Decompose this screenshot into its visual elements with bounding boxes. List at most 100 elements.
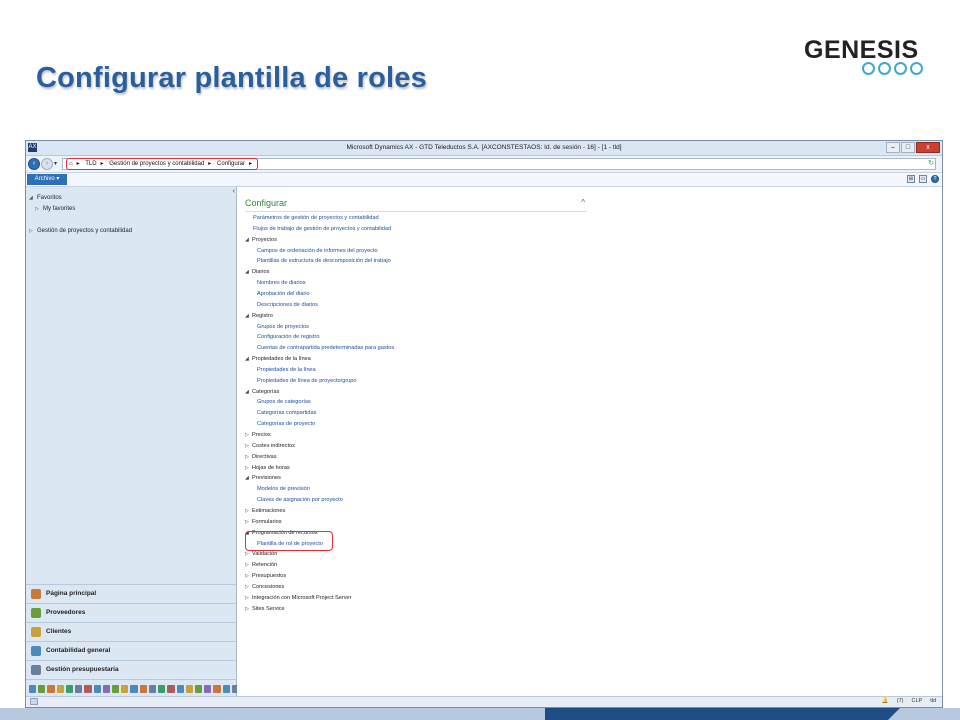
module-gestion-presupuestaria[interactable]: Gestión presupuestaria (26, 660, 236, 679)
collapsed-triangle-icon[interactable]: ▷ (245, 584, 252, 590)
module-shortcut-icon[interactable] (102, 684, 110, 693)
address-bar[interactable]: ⌂ ▸ TLD ▸ Gestión de proyectos y contabili… (62, 158, 936, 170)
nav-item-gestion-proyectos[interactable]: ▷ Gestión de proyectos y contabilidad (29, 228, 132, 234)
collapsed-triangle-icon[interactable]: ▷ (245, 573, 252, 579)
collapsed-triangle-icon[interactable]: ▷ (245, 519, 252, 525)
configurar-category[interactable]: ◢ Registro (245, 313, 273, 319)
configurar-link[interactable]: Plantillas de estructura de descomposici… (257, 258, 391, 264)
collapsed-triangle-icon[interactable]: ▷ (245, 508, 252, 514)
help-icon[interactable]: ? (931, 175, 939, 183)
configurar-link[interactable]: Parámetros de gestión de proyectos y con… (253, 215, 379, 221)
archivo-menu-button[interactable]: Archivo ▾ (27, 174, 67, 185)
breadcrumb-item[interactable]: Gestión de proyectos y contabilidad (109, 161, 204, 167)
expanded-triangle-icon[interactable]: ◢ (245, 356, 252, 362)
configurar-category[interactable]: ◢ Previsiones (245, 475, 281, 481)
configurar-link[interactable]: Campos de ordenación de informes del pro… (257, 248, 378, 254)
configurar-category[interactable]: ◢ Diarios (245, 269, 269, 275)
configurar-category[interactable]: ▷ Integración con Microsoft Project Serve… (245, 595, 352, 601)
configurar-category[interactable]: ◢ Categorías (245, 389, 279, 395)
status-doc-icon[interactable] (30, 698, 38, 705)
configurar-category[interactable]: ◢ Propiedades de la línea (245, 356, 311, 362)
home-icon[interactable]: ⌂ (69, 161, 73, 167)
collapse-pane-icon[interactable]: ‹ (233, 188, 235, 195)
configurar-category[interactable]: ▷ Estimaciones (245, 508, 285, 514)
configurar-link[interactable]: Descripciones de diarios (257, 302, 318, 308)
collapsed-triangle-icon[interactable]: ▷ (245, 465, 252, 471)
collapsed-triangle-icon[interactable]: ▷ (245, 454, 252, 460)
module-shortcut-icon[interactable] (75, 684, 83, 693)
module-shortcut-icon[interactable] (111, 684, 120, 693)
configurar-link[interactable]: Modelos de previsión (257, 486, 310, 492)
configurar-category[interactable]: ▷ Sites Service (245, 606, 285, 612)
back-arrow-icon[interactable]: ‹ (28, 158, 40, 170)
forward-arrow-icon[interactable]: › (41, 158, 53, 170)
configurar-group-header[interactable]: Configurar ^ (245, 195, 587, 212)
module-shortcut-icon[interactable] (194, 684, 203, 693)
collapsed-triangle-icon[interactable]: ▷ (245, 606, 252, 612)
module-proveedores[interactable]: Proveedores (26, 603, 236, 622)
configurar-category[interactable]: ▷ Concesiones (245, 584, 284, 590)
breadcrumb-item[interactable]: TLD (85, 161, 96, 167)
module-pagina-principal[interactable]: Página principal (26, 584, 236, 603)
module-shortcut-icon[interactable] (148, 684, 157, 693)
configurar-link[interactable]: Grupos de proyectos (257, 324, 309, 330)
expanded-triangle-icon[interactable]: ◢ (245, 269, 252, 275)
collapse-caret-icon[interactable]: ^ (581, 198, 585, 207)
history-dropdown-icon[interactable]: ▾ (54, 160, 57, 167)
configurar-link[interactable]: Grupos de categorías (257, 399, 311, 405)
notification-bell-icon[interactable]: 🔔 (882, 698, 889, 704)
module-shortcut-icon[interactable] (176, 684, 184, 693)
module-shortcut-icon[interactable] (185, 684, 193, 693)
expanded-triangle-icon[interactable]: ◢ (245, 313, 252, 319)
module-contabilidad-general[interactable]: Contabilidad general (26, 641, 236, 660)
module-shortcut-icon[interactable] (139, 684, 147, 693)
configurar-category[interactable]: ◢ Proyectos (245, 237, 277, 243)
configurar-link[interactable]: Cuentas de contrapartida predeterminadas… (257, 345, 394, 351)
module-shortcut-icon[interactable] (213, 684, 221, 693)
configurar-category[interactable]: ▷ Precios (245, 432, 271, 438)
configurar-link[interactable]: Claves de asignación por proyecto (257, 497, 343, 503)
module-shortcut-icon[interactable] (47, 684, 55, 693)
collapsed-triangle-icon[interactable]: ▷ (245, 595, 252, 601)
module-shortcut-icon[interactable] (121, 684, 129, 693)
notification-count[interactable]: (7) (897, 698, 904, 704)
configurar-link[interactable]: Aprobación del diario (257, 291, 310, 297)
module-shortcut-icon[interactable] (130, 684, 138, 693)
collapsed-triangle-icon[interactable]: ▷ (245, 562, 252, 568)
module-shortcut-icon[interactable] (65, 684, 74, 693)
module-shortcut-icon[interactable] (38, 684, 46, 693)
window-titlebar[interactable]: AX Microsoft Dynamics AX - GTD Teleducto… (26, 141, 942, 156)
expanded-triangle-icon[interactable]: ◢ (245, 237, 252, 243)
nav-item-favoritos[interactable]: ◢ Favoritos (29, 195, 62, 201)
restore-button[interactable]: □ (901, 142, 915, 153)
module-shortcut-icon[interactable] (84, 684, 92, 693)
module-shortcut-icon[interactable] (204, 684, 212, 693)
configurar-category[interactable]: ▷ Retención (245, 562, 277, 568)
configurar-link[interactable]: Flujos de trabajo de gestión de proyecto… (253, 226, 391, 232)
configurar-category[interactable]: ▷ Costes indirectos (245, 443, 295, 449)
expanded-triangle-icon[interactable]: ◢ (245, 475, 252, 481)
collapsed-triangle-icon[interactable]: ▷ (245, 443, 252, 449)
module-clientes[interactable]: Clientes (26, 622, 236, 641)
configurar-category[interactable]: ▷ Formularios (245, 519, 282, 525)
expanded-triangle-icon[interactable]: ◢ (245, 389, 252, 395)
close-button[interactable]: x (916, 142, 940, 153)
module-shortcut-icon[interactable] (158, 684, 166, 693)
company-indicator[interactable]: tld (930, 698, 936, 704)
configurar-category[interactable]: ▷ Hojas de horas (245, 465, 290, 471)
module-shortcut-icon[interactable] (29, 684, 37, 693)
collapsed-triangle-icon[interactable]: ▷ (245, 432, 252, 438)
configurar-category[interactable]: ▷ Directivas (245, 454, 277, 460)
configurar-link[interactable]: Configuración de registro (257, 334, 320, 340)
nav-item-my-favorites[interactable]: ▷ My favorites (35, 206, 75, 212)
module-shortcut-icon[interactable] (167, 684, 175, 693)
filter-icon[interactable]: ⊞ (907, 175, 915, 183)
configurar-link[interactable]: Propiedades de la línea (257, 367, 316, 373)
configurar-link[interactable]: Nombres de diarios (257, 280, 306, 286)
configurar-link[interactable]: Categorías compartidas (257, 410, 316, 416)
configurar-link[interactable]: Propiedades de línea de proyecto/grupo (257, 378, 357, 384)
module-shortcut-icon[interactable] (56, 684, 64, 693)
module-shortcut-icon[interactable] (222, 684, 230, 693)
module-shortcut-icon[interactable] (93, 684, 101, 693)
configurar-link[interactable]: Categorías de proyecto (257, 421, 315, 427)
